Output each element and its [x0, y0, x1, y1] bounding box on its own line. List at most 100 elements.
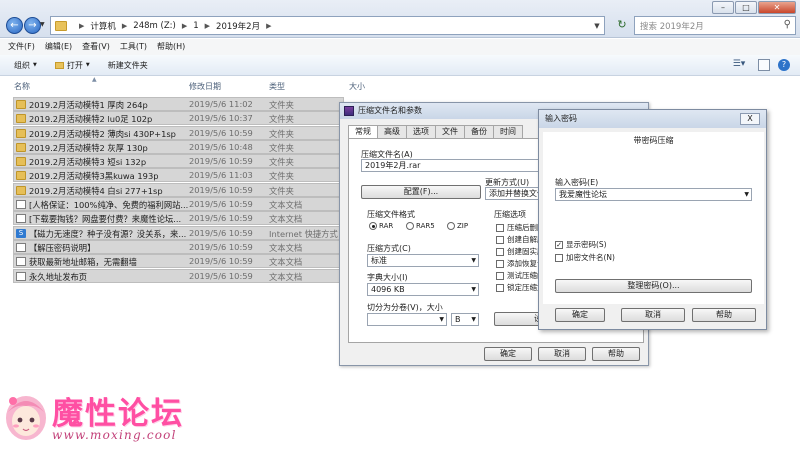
folder-icon [16, 128, 26, 138]
file-row[interactable]: [人格保证：100%纯净、免费的福利网站... 2019/5/6 10:59 文本文… [13, 197, 344, 212]
minimize-button[interactable]: – [712, 1, 734, 14]
menu-help[interactable]: 帮助(H) [157, 39, 185, 55]
organize-label: 组织 [14, 60, 30, 70]
update-mode-select[interactable]: 添加并替换文件 [485, 187, 545, 200]
organize-passwords-button[interactable]: 整理密码(O)... [555, 279, 752, 293]
file-name: 获取最新地址邮箱，无需翻墙 [29, 257, 137, 268]
help-icon[interactable]: ? [778, 59, 790, 71]
profiles-button[interactable]: 配置(F)... [361, 185, 481, 199]
option-test[interactable]: 测试压缩的 [496, 270, 544, 281]
archive-dialog-title: 压缩文件名和参数 [358, 106, 422, 115]
password-input[interactable]: 我爱魔性论坛 ▼ [555, 188, 752, 201]
radio-zip[interactable]: ZIP [447, 222, 468, 230]
file-row[interactable]: 获取最新地址邮箱，无需翻墙 2019/5/6 10:59 文本文档 [13, 254, 344, 269]
file-row[interactable]: 2019.2月活动模特3黑kuwa 193p 2019/5/6 11:03 文件夹 [13, 168, 344, 183]
file-row[interactable]: 【解压密码说明】 2019/5/6 10:59 文本文档 [13, 239, 344, 254]
file-row[interactable]: [下载要掏钱？网盘要付费？来魔性论坛... 2019/5/6 10:59 文本文档 [13, 211, 344, 226]
address-dropdown-icon[interactable]: ▼ [590, 22, 604, 30]
breadcrumb-separator-icon[interactable]: ▶ [122, 22, 127, 30]
password-value: 我爱魔性论坛 [559, 190, 607, 199]
menu-view[interactable]: 查看(V) [82, 39, 110, 55]
menu-edit[interactable]: 编辑(E) [45, 39, 72, 55]
file-row[interactable]: S 【磁力无速度？种子没有源？没关系，来... 2019/5/6 10:59 Inte… [13, 225, 344, 240]
tab-options[interactable]: 选项 [406, 125, 436, 138]
radio-rar[interactable]: RAR [369, 222, 393, 230]
tab-time[interactable]: 时间 [493, 125, 523, 138]
password-help-button[interactable]: 帮助 [692, 308, 756, 322]
password-dialog-close-button[interactable]: X [740, 113, 760, 125]
file-date: 2019/5/6 11:03 [189, 170, 253, 181]
split-unit-select[interactable]: B ▼ [451, 313, 479, 326]
breadcrumb-drive[interactable]: 248m (Z:) [133, 21, 176, 31]
column-type[interactable]: 类型 [269, 81, 285, 92]
archive-help-button[interactable]: 帮助 [592, 347, 640, 361]
password-cancel-button[interactable]: 取消 [621, 308, 685, 322]
show-password-checkbox[interactable]: ✓ 显示密码(S) [555, 239, 607, 250]
archive-cancel-button[interactable]: 取消 [538, 347, 586, 361]
folder-icon [16, 185, 26, 195]
encrypt-names-checkbox[interactable]: 加密文件名(N) [555, 252, 615, 263]
breadcrumb-separator-icon[interactable]: ▶ [205, 22, 210, 30]
dict-label: 字典大小(I) [367, 273, 408, 282]
breadcrumb-separator-icon[interactable]: ▶ [266, 22, 271, 30]
radio-rar5-label: RAR5 [416, 222, 435, 230]
password-ok-button[interactable]: 确定 [555, 308, 605, 322]
compression-select[interactable]: 标准 ▼ [367, 254, 479, 267]
menu-file[interactable]: 文件(F) [8, 39, 35, 55]
search-input[interactable]: 搜索 2019年2月 ⚲ [634, 16, 796, 35]
tab-general[interactable]: 常规 [348, 125, 378, 139]
back-button[interactable]: ← [6, 17, 23, 34]
option-solid[interactable]: 创建固实压 [496, 246, 544, 257]
option-lock[interactable]: 锁定压缩文 [496, 282, 544, 293]
breadcrumb-computer[interactable]: 计算机 [90, 20, 116, 32]
open-button[interactable]: 打开 ▼ [54, 60, 90, 71]
archive-name-input[interactable]: 2019年2月.rar [361, 159, 546, 172]
organize-button[interactable]: 组织 ▼ [14, 60, 37, 71]
address-bar[interactable]: ▶ 计算机 ▶ 248m (Z:) ▶ 1 ▶ 2019年2月 ▶ ▼ [50, 16, 605, 35]
column-date[interactable]: 修改日期 [189, 81, 221, 92]
file-row[interactable]: 2019.2月活动模特2 灰厚 130p 2019/5/6 10:48 文件夹 [13, 139, 344, 154]
forward-button[interactable]: → [24, 17, 41, 34]
view-options-icon[interactable]: ☰▾ [728, 59, 750, 71]
file-row[interactable]: 2019.2月活动模特2 薄肉si 430P+1sp 2019/5/6 10:59… [13, 125, 344, 140]
option-recovery[interactable]: 添加恢复记 [496, 258, 544, 269]
preview-pane-icon[interactable] [758, 59, 770, 71]
new-folder-button[interactable]: 新建文件夹 [108, 60, 148, 71]
file-date: 2019/5/6 10:59 [189, 213, 253, 224]
archive-ok-button[interactable]: 确定 [484, 347, 532, 361]
chevron-down-icon[interactable]: ▼ [744, 189, 749, 200]
breadcrumb-current[interactable]: 2019年2月 [216, 20, 260, 32]
tab-backup[interactable]: 备份 [464, 125, 494, 138]
dict-select[interactable]: 4096 KB ▼ [367, 283, 479, 296]
watermark: 魔性论坛 www.moxing.cool [0, 386, 190, 449]
history-dropdown-icon[interactable]: ▼ [40, 21, 45, 28]
column-size[interactable]: 大小 [349, 81, 365, 92]
file-row[interactable]: 2019.2月活动模特2 lu0足 102p 2019/5/6 10:37 文件夹 [13, 111, 344, 126]
split-size-select[interactable]: ▼ [367, 313, 447, 326]
text-file-icon [16, 271, 26, 281]
checkbox-checked-icon: ✓ [555, 240, 563, 249]
tab-files[interactable]: 文件 [435, 125, 465, 138]
file-name: 【磁力无速度？种子没有源？没关系，来... [29, 228, 187, 239]
file-row[interactable]: 永久地址发布页 2019/5/6 10:59 文本文档 [13, 268, 344, 283]
password-dialog: 输入密码 X 带密码压缩 输入密码(E) 我爱魔性论坛 ▼ ✓ 显示密码(S) … [538, 109, 767, 330]
search-icon: ⚲ [783, 19, 791, 30]
maximize-button[interactable]: □ [735, 1, 757, 14]
file-name: 永久地址发布页 [29, 271, 88, 282]
file-row[interactable]: 2019.2月活动模特3 短si 132p 2019/5/6 10:59 文件夹 [13, 154, 344, 169]
file-row[interactable]: 2019.2月活动模特1 厚肉 264p 2019/5/6 11:02 文件夹 [13, 97, 344, 111]
tab-advanced[interactable]: 高级 [377, 125, 407, 138]
column-name[interactable]: 名称 [14, 81, 30, 92]
close-button[interactable]: ✕ [758, 1, 796, 14]
menu-tools[interactable]: 工具(T) [120, 39, 147, 55]
breadcrumb-separator-icon[interactable]: ▶ [182, 22, 187, 30]
encrypt-names-label: 加密文件名(N) [566, 253, 615, 262]
radio-rar5[interactable]: RAR5 [406, 222, 435, 230]
options-label: 压缩选项 [494, 210, 526, 219]
option-delete-after[interactable]: 压缩后删除 [496, 222, 544, 233]
refresh-icon[interactable]: ↻ [612, 17, 632, 34]
file-row[interactable]: 2019.2月活动模特4 白si 277+1sp 2019/5/6 10:59 文件… [13, 182, 344, 197]
breadcrumb-folder-1[interactable]: 1 [193, 21, 198, 31]
option-sfx[interactable]: 创建自解压 [496, 234, 544, 245]
file-type: 文本文档 [269, 242, 303, 253]
